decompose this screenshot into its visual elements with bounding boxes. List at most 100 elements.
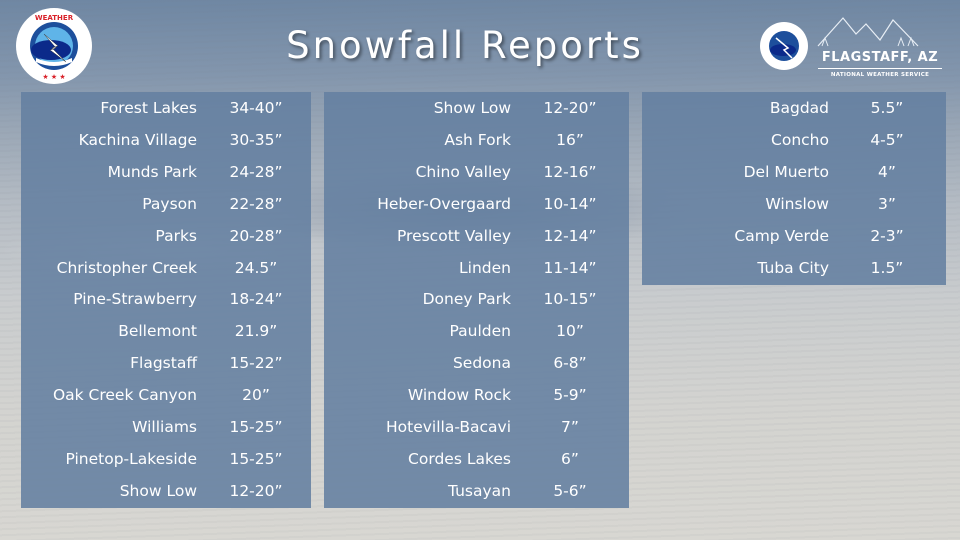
report-row: Pine-Strawberry 18-24” [21,290,311,322]
snowfall-amount: 24.5” [234,258,278,277]
report-row: Winslow 3” [642,195,946,227]
report-row: Chino Valley 12-16” [324,163,629,195]
location-name: Prescott Valley [396,226,511,245]
location-name: Pinetop-Lakeside [65,449,197,468]
brand-divider [818,68,942,69]
location-name: Winslow [765,194,829,213]
location-name: Forest Lakes [100,99,197,117]
location-name: Parks [155,226,197,245]
snowfall-amount: 5-9” [553,386,587,405]
location-name: Cordes Lakes [408,449,511,468]
report-row: Camp Verde 2-3” [642,227,946,259]
snowfall-amount: 30-35” [229,130,283,149]
brand-subtitle: NATIONAL WEATHER SERVICE [830,72,930,78]
snowfall-amount: 34-40” [229,99,283,117]
snowfall-amount: 15-25” [229,418,283,436]
location-name: Bagdad [769,99,829,117]
snowfall-amount: 20” [242,386,270,405]
location-name: Flagstaff [130,354,197,373]
reports-column-2: Show Low 12-20” Ash Fork 16” Chino Valley 12-… [324,92,629,508]
report-row: Sedona 6-8” [324,354,629,386]
location-name: Ash Fork [444,130,511,149]
snowfall-amount: 10-14” [543,194,597,213]
report-row: Del Muerto 4” [642,163,946,195]
snowfall-amount: 1.5” [870,258,904,277]
snowfall-amount: 6-8” [553,354,587,373]
snowfall-amount: 16” [556,130,584,149]
snowfall-amount: 15-25” [229,449,283,468]
report-row: Linden 11-14” [324,259,629,291]
report-row: Bellemont 21.9” [21,322,311,354]
snowfall-amount: 24-28” [229,162,283,181]
location-name: Del Muerto [743,162,829,181]
location-name: Window Rock [407,386,511,405]
report-row: Show Low 12-20” [324,99,629,131]
location-name: Concho [771,130,829,149]
location-name: Doney Park [422,290,511,309]
snowfall-amount: 20-28” [229,226,283,245]
report-row: Tusayan 5-6” [324,482,629,514]
location-name: Chino Valley [415,162,511,181]
snowfall-amount: 2-3” [870,226,904,245]
location-name: Payson [142,194,197,213]
report-row: Bagdad 5.5” [642,99,946,131]
reports-column-3: Bagdad 5.5” Concho 4-5” Del Muerto 4” Winslow 3… [642,92,946,285]
report-row: Hotevilla-Bacavi 7” [324,418,629,450]
location-name: Williams [132,418,197,436]
location-name: Show Low [433,99,511,117]
report-row: Window Rock 5-9” [324,386,629,418]
location-name: Christopher Creek [56,258,197,277]
location-name: Show Low [119,481,197,500]
snowfall-amount: 15-22” [229,354,283,373]
report-row: Concho 4-5” [642,131,946,163]
report-row: Oak Creek Canyon 20” [21,386,311,418]
snowfall-amount: 10” [556,322,584,341]
location-name: Pine-Strawberry [73,290,197,309]
snowfall-amount: 5.5” [870,99,904,117]
snowfall-amount: 21.9” [234,322,278,341]
report-row: Heber-Overgaard 10-14” [324,195,629,227]
location-name: Heber-Overgaard [377,194,511,213]
brand-name: FLAGSTAFF, AZ [821,50,939,65]
snowfall-amount: 10-15” [543,290,597,309]
mountains-logo-icon [760,17,919,70]
report-row: Christopher Creek 24.5” [21,259,311,291]
snowfall-amount: 11-14” [543,258,597,277]
snowfall-amount: 6” [561,449,579,468]
report-row: Paulden 10” [324,322,629,354]
location-name: Oak Creek Canyon [52,386,197,405]
snowfall-amount: 12-14” [543,226,597,245]
snowfall-amount: 4-5” [870,130,904,149]
report-row: Prescott Valley 12-14” [324,227,629,259]
report-row: Munds Park 24-28” [21,163,311,195]
flagstaff-nws-logo: FLAGSTAFF, AZ NATIONAL WEATHER SERVICE [758,6,948,81]
location-name: Camp Verde [734,226,829,245]
report-row: Show Low 12-20” [21,482,311,514]
report-row: Tuba City 1.5” [642,259,946,291]
report-row: Kachina Village 30-35” [21,131,311,163]
snowfall-amount: 12-20” [543,99,597,117]
report-row: Doney Park 10-15” [324,290,629,322]
report-row: Williams 15-25” [21,418,311,450]
snowfall-amount: 22-28” [229,194,283,213]
location-name: Tuba City [757,258,829,277]
svg-text:★ ★ ★: ★ ★ ★ [42,73,65,81]
reports-column-1: Forest Lakes 34-40” Kachina Village 30-35” M… [21,92,311,508]
location-name: Kachina Village [78,130,197,149]
report-row: Payson 22-28” [21,195,311,227]
report-row: Ash Fork 16” [324,131,629,163]
report-row: Forest Lakes 34-40” [21,99,311,131]
location-name: Paulden [449,322,511,341]
snowfall-amount: 5-6” [553,481,587,500]
report-row: Cordes Lakes 6” [324,450,629,482]
location-name: Munds Park [107,162,197,181]
snowfall-amount: 12-20” [229,481,283,500]
location-name: Linden [459,258,511,277]
svg-text:WEATHER: WEATHER [35,14,74,22]
location-name: Hotevilla-Bacavi [385,418,511,436]
location-name: Tusayan [447,481,511,500]
snowfall-amount: 3” [878,194,896,213]
snowfall-amount: 18-24” [229,290,283,309]
snowfall-amount: 4” [878,162,896,181]
report-row: Pinetop-Lakeside 15-25” [21,450,311,482]
